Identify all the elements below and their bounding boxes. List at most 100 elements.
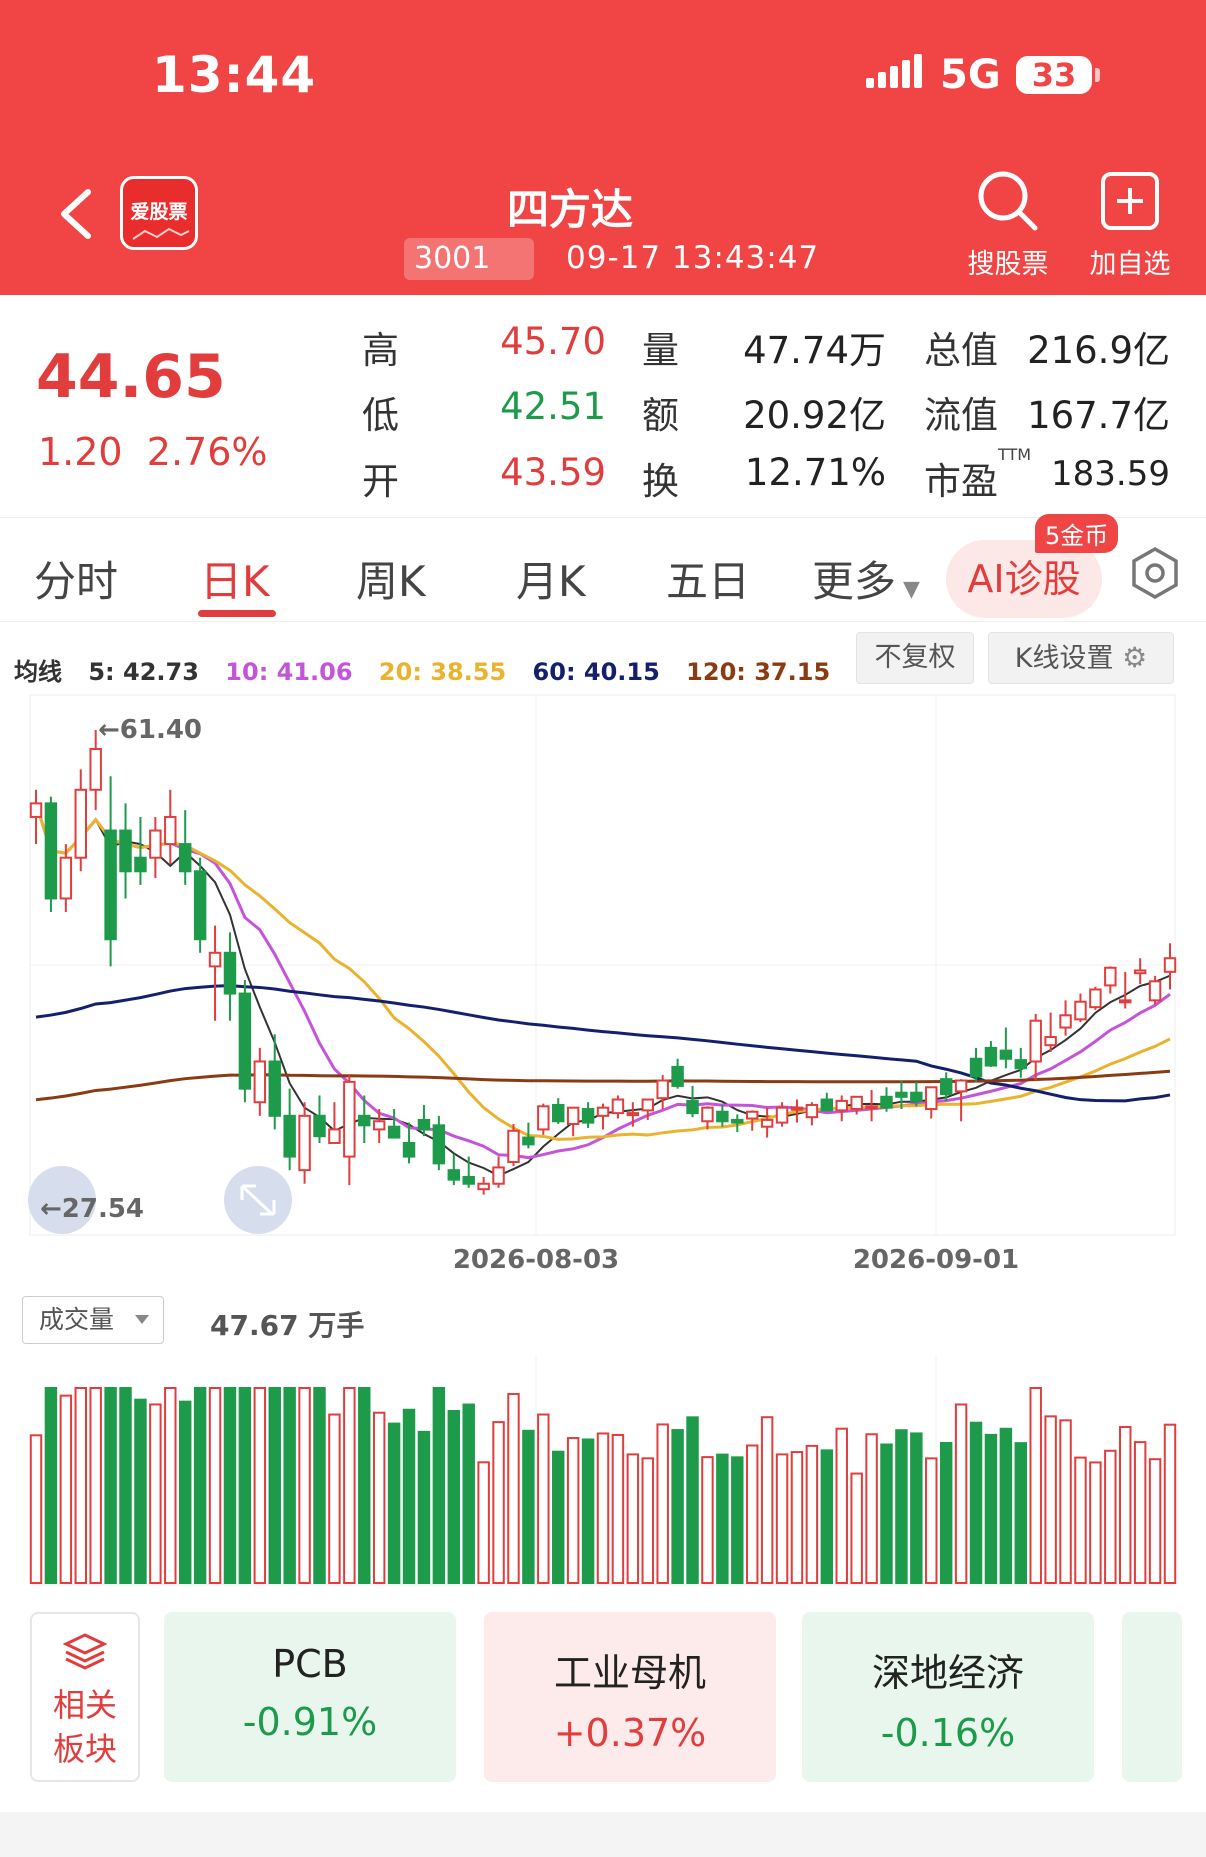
volume-bars bbox=[29, 1387, 1177, 1585]
candle bbox=[552, 1103, 565, 1123]
volume-bar bbox=[1119, 1425, 1132, 1585]
candle bbox=[477, 1182, 490, 1191]
volume-bar bbox=[596, 1432, 610, 1584]
volume-bar bbox=[208, 1387, 222, 1584]
candle bbox=[298, 1114, 311, 1172]
candle bbox=[119, 829, 132, 873]
volume-bar bbox=[954, 1403, 968, 1584]
candle bbox=[745, 1110, 759, 1120]
volume-bar bbox=[611, 1433, 625, 1584]
candle bbox=[671, 1065, 684, 1087]
volume-bar bbox=[149, 1403, 162, 1585]
candle bbox=[611, 1098, 625, 1115]
volume-bar bbox=[417, 1430, 431, 1584]
candle bbox=[74, 788, 87, 859]
sector-card-partial[interactable] bbox=[1122, 1612, 1182, 1782]
candle bbox=[507, 1129, 520, 1164]
candle bbox=[149, 829, 162, 859]
volume-bar bbox=[1059, 1419, 1072, 1584]
volume-bar bbox=[372, 1411, 386, 1584]
volume-bar bbox=[1044, 1415, 1057, 1584]
volume-bar bbox=[89, 1387, 102, 1584]
candle bbox=[999, 1049, 1013, 1060]
volume-bar bbox=[1163, 1423, 1177, 1584]
candle bbox=[1104, 966, 1117, 987]
candle bbox=[283, 1114, 296, 1158]
volume-bar bbox=[1014, 1442, 1028, 1584]
candle bbox=[223, 951, 237, 995]
volume-bar bbox=[850, 1472, 863, 1585]
volume-bar bbox=[1148, 1458, 1162, 1584]
volume-selector-label: 成交量 bbox=[39, 1305, 115, 1334]
candle bbox=[716, 1110, 729, 1123]
volume-bar bbox=[193, 1387, 207, 1584]
volume-indicator-select[interactable]: 成交量 bbox=[22, 1296, 164, 1344]
volume-bar bbox=[835, 1427, 848, 1584]
candle bbox=[1014, 1059, 1028, 1070]
candle bbox=[895, 1091, 908, 1098]
candle bbox=[432, 1124, 446, 1165]
sector-change: -0.91% bbox=[242, 1700, 378, 1744]
candle bbox=[805, 1103, 819, 1119]
volume-bar bbox=[790, 1451, 804, 1585]
volume-bar bbox=[387, 1422, 401, 1584]
volume-bar bbox=[1089, 1461, 1102, 1585]
candle bbox=[358, 1114, 371, 1127]
candle bbox=[178, 843, 192, 873]
volume-bar bbox=[447, 1409, 461, 1584]
volume-bar bbox=[328, 1413, 341, 1584]
x-tick-label: 2026-08-03 bbox=[453, 1245, 619, 1275]
volume-bar bbox=[477, 1461, 490, 1585]
sector-card-deep-earth[interactable]: 深地经济 -0.16% bbox=[802, 1612, 1094, 1782]
volume-bar bbox=[775, 1453, 789, 1584]
sector-name: PCB bbox=[272, 1642, 348, 1686]
volume-bar bbox=[716, 1453, 729, 1584]
kline-chart[interactable]: ←61.40 ←27.54 2026-08-03 2026-09-01 bbox=[0, 0, 1206, 1857]
caret-down-icon bbox=[135, 1315, 149, 1324]
sector-name: 深地经济 bbox=[871, 1651, 1024, 1695]
volume-bar bbox=[984, 1433, 998, 1585]
volume-bar bbox=[999, 1427, 1013, 1585]
volume-bar bbox=[253, 1387, 267, 1584]
candle bbox=[641, 1098, 654, 1112]
candle bbox=[313, 1114, 326, 1138]
candle bbox=[134, 856, 147, 873]
volume-bar bbox=[178, 1400, 192, 1585]
volume-bar bbox=[745, 1444, 759, 1585]
volume-bar bbox=[671, 1429, 684, 1585]
candle bbox=[1059, 1014, 1072, 1029]
candle bbox=[238, 992, 252, 1090]
volume-bar bbox=[492, 1421, 505, 1584]
candle bbox=[328, 1128, 341, 1144]
related-sectors-button[interactable]: 相关 板块 bbox=[30, 1612, 140, 1782]
volume-bar bbox=[298, 1387, 311, 1584]
volume-bar bbox=[164, 1387, 177, 1584]
candle bbox=[731, 1118, 744, 1124]
candle bbox=[760, 1118, 774, 1128]
candle bbox=[596, 1106, 610, 1117]
volume-bar bbox=[969, 1421, 983, 1584]
volume-bar bbox=[283, 1387, 296, 1584]
candle bbox=[925, 1086, 938, 1111]
volume-bar bbox=[44, 1387, 58, 1584]
candle bbox=[1119, 999, 1132, 1004]
candle bbox=[104, 829, 117, 941]
candle bbox=[44, 802, 58, 900]
sector-change: +0.37% bbox=[553, 1711, 707, 1755]
candle bbox=[29, 802, 43, 818]
volume-bar bbox=[1133, 1441, 1147, 1585]
volume-bar bbox=[268, 1387, 281, 1584]
volume-bar bbox=[566, 1437, 580, 1585]
candle bbox=[522, 1136, 535, 1146]
candle bbox=[193, 870, 207, 941]
sector-card-pcb[interactable]: PCB -0.91% bbox=[164, 1612, 456, 1782]
volume-bar bbox=[223, 1387, 237, 1584]
candle bbox=[880, 1095, 893, 1109]
candle bbox=[492, 1166, 505, 1185]
candle bbox=[969, 1057, 983, 1078]
candle bbox=[984, 1046, 998, 1067]
volume-bar bbox=[119, 1387, 132, 1584]
volume-bar bbox=[895, 1429, 908, 1584]
candle bbox=[566, 1106, 580, 1125]
sector-card-machine-tool[interactable]: 工业母机 +0.37% bbox=[484, 1612, 776, 1782]
